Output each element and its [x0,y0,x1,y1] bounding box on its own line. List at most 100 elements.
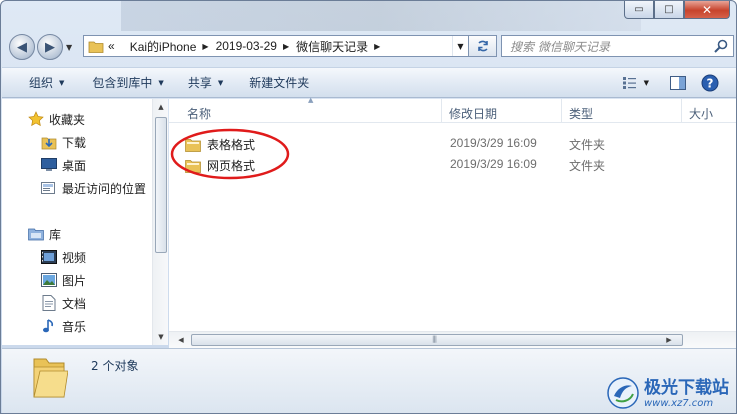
breadcrumb-overflow[interactable]: « [108,39,115,53]
file-date: 2019/3/29 16:09 [450,136,537,150]
window-controls: ▭ □ ✕ [624,1,730,19]
include-in-library-label: 包含到库中 [92,76,153,90]
libraries-icon [28,226,44,242]
breadcrumb-chevron-icon[interactable]: ▶ [283,42,289,51]
close-button[interactable]: ✕ [684,1,730,19]
horizontal-scrollbar[interactable]: ◀ ||| ▶ [169,331,736,348]
sidebar-item-label: 图片 [62,273,87,288]
sidebar-item-documents[interactable]: 文档 [41,293,86,313]
annotation-circle [170,128,290,180]
watermark-logo: 极光下载站 www.xz7.com [606,376,729,410]
scrollbar-thumb[interactable] [155,117,167,253]
file-type: 文件夹 [569,138,606,152]
pictures-icon [41,272,57,288]
breadcrumb-item[interactable]: 2019-03-29 [216,39,277,53]
search-box[interactable]: 搜索 微信聊天记录 [501,35,734,57]
refresh-icon [477,40,488,52]
scrollbar-grip-icon: ||| [432,335,437,343]
column-header-type[interactable]: 类型 [569,105,593,122]
sidebar-item-downloads[interactable]: 下载 [41,132,86,152]
breadcrumb-item[interactable]: 微信聊天记录 [296,38,368,55]
sidebar-item-desktop[interactable]: 桌面 [41,155,86,175]
scroll-right-icon[interactable]: ▶ [661,332,677,348]
video-icon [41,249,57,265]
folder-icon [33,358,68,398]
chevron-down-icon: ▼ [158,78,164,87]
preview-pane-icon[interactable] [667,72,689,94]
sidebar-item-label: 音乐 [62,319,87,334]
downloads-icon [41,134,57,150]
share-menu[interactable]: 共享 ▼ [178,72,233,94]
sidebar-item-label: 最近访问的位置 [62,181,147,196]
organize-menu[interactable]: 组织 ▼ [19,72,74,94]
scroll-left-icon[interactable]: ◀ [173,332,189,348]
column-header-size[interactable]: 大小 [689,105,713,122]
address-dropdown-icon[interactable]: ▼ [452,36,468,56]
nav-pane-scrollbar[interactable]: ▲ ▼ [152,99,168,345]
watermark-url: www.xz7.com [644,397,714,409]
view-options-icon[interactable] [620,72,642,94]
sidebar-item-music[interactable]: 音乐 [41,316,86,336]
sidebar-item-pictures[interactable]: 图片 [41,270,86,290]
sidebar-item-libraries[interactable]: 库 [28,224,61,244]
include-in-library-menu[interactable]: 包含到库中 ▼ [82,72,173,94]
recent-places-icon [41,180,57,196]
breadcrumb-item[interactable]: Kai的iPhone [130,38,197,55]
navigation-bar: ◀ ▶ ▼ « Kai的iPhone ▶ 2019-03-29 ▶ 微信聊天记录… [9,33,734,61]
file-type: 文件夹 [569,159,606,173]
organize-label: 组织 [29,76,54,90]
share-label: 共享 [187,76,212,90]
sidebar-item-videos[interactable]: 视频 [41,247,86,267]
column-header-date[interactable]: 修改日期 [449,105,497,122]
star-icon [28,111,44,127]
title-bar-background [121,1,641,31]
scrollbar-thumb[interactable] [191,334,683,346]
desktop-icon [41,157,57,173]
music-icon [41,318,57,334]
sidebar-item-favorites[interactable]: 收藏夹 [28,109,85,129]
watermark-title: 极光下载站 [644,377,729,398]
minimize-button[interactable]: ▭ [624,1,654,19]
new-folder-label: 新建文件夹 [249,76,310,90]
chevron-down-icon: ▼ [59,78,65,87]
sidebar-item-label: 下载 [62,135,87,150]
forward-arrow-icon: ▶ [45,39,55,55]
scroll-down-icon[interactable]: ▼ [153,329,169,345]
refresh-button[interactable] [469,35,497,57]
maximize-button[interactable]: □ [654,1,684,19]
forward-button[interactable]: ▶ [37,34,63,60]
sort-ascending-icon: ▲ [308,96,314,104]
breadcrumb-chevron-icon[interactable]: ▶ [374,42,380,51]
back-button[interactable]: ◀ [9,34,35,60]
folder-icon [88,41,104,53]
search-placeholder: 搜索 微信聊天记录 [510,39,610,54]
help-icon[interactable]: ? [699,72,721,94]
documents-icon [41,295,57,311]
new-folder-button[interactable]: 新建文件夹 [239,72,319,94]
sidebar-item-label: 视频 [62,250,87,265]
view-dropdown-icon[interactable]: ▼ [644,79,649,87]
sidebar-item-label: 桌面 [62,158,87,173]
breadcrumb: « Kai的iPhone ▶ 2019-03-29 ▶ 微信聊天记录 ▶ [108,38,387,55]
logo-icon [607,377,639,409]
address-bar[interactable]: « Kai的iPhone ▶ 2019-03-29 ▶ 微信聊天记录 ▶ ▼ [83,35,469,57]
sidebar-item-recent-places[interactable]: 最近访问的位置 [41,178,146,198]
search-icon[interactable] [713,38,729,54]
file-date: 2019/3/29 16:09 [450,157,537,171]
column-header-name[interactable]: 名称 [187,105,211,122]
file-list: ▲ 名称 修改日期 类型 大小 表格格式 2019/3/29 16:09 文件夹… [169,96,736,331]
breadcrumb-chevron-icon[interactable]: ▶ [202,42,208,51]
view-controls: ▼ ? [616,72,721,94]
sidebar-item-label: 库 [49,227,62,242]
scroll-up-icon[interactable]: ▲ [153,99,169,115]
back-arrow-icon: ◀ [17,39,27,55]
chevron-down-icon: ▼ [217,78,224,87]
navigation-pane: 收藏夹 下载 桌面 最近访问的位置 库 视频 图片 文档 音乐 [2,99,154,345]
column-headers: ▲ 名称 修改日期 类型 大小 [169,96,736,123]
recent-pages-dropdown[interactable]: ▼ [66,43,72,52]
sidebar-item-label: 文档 [62,296,87,311]
command-bar: 组织 ▼ 包含到库中 ▼ 共享 ▼ 新建文件夹 ▼ ? [2,67,736,98]
explorer-window: ▭ □ ✕ ◀ ▶ ▼ « Kai的iPhone ▶ 2019-03-29 ▶ … [0,0,737,414]
svg-text:?: ? [707,77,714,91]
sidebar-item-label: 收藏夹 [49,112,86,127]
